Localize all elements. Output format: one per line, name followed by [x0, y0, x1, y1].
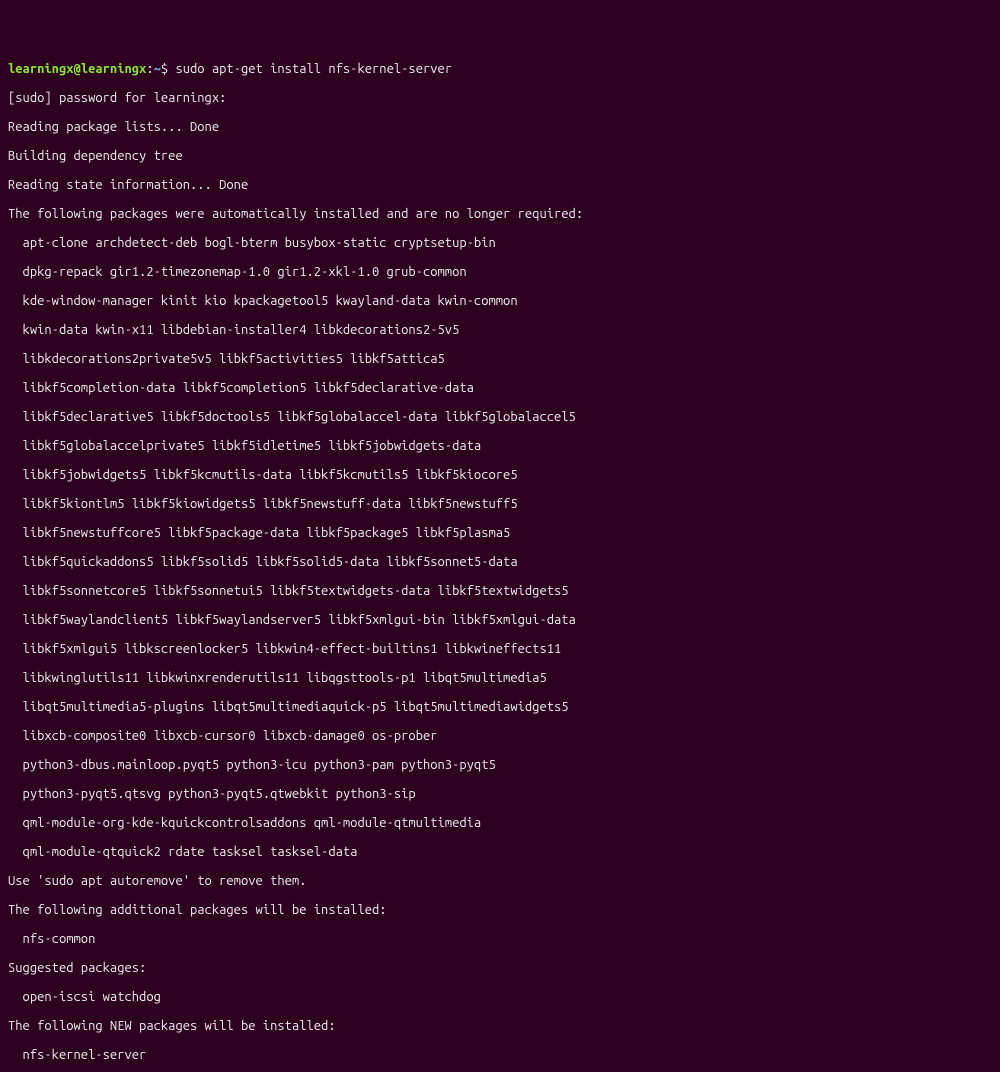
- output-line: apt-clone archdetect-deb bogl-bterm busy…: [8, 236, 992, 251]
- output-line: libkf5sonnetcore5 libkf5sonnetui5 libkf5…: [8, 584, 992, 599]
- output-line: libkf5completion-data libkf5completion5 …: [8, 381, 992, 396]
- output-line: Use 'sudo apt autoremove' to remove them…: [8, 874, 992, 889]
- output-line: libkf5quickaddons5 libkf5solid5 libkf5so…: [8, 555, 992, 570]
- output-line: The following packages were automaticall…: [8, 207, 992, 222]
- output-line: python3-pyqt5.qtsvg python3-pyqt5.qtwebk…: [8, 787, 992, 802]
- output-line: libkf5kiontlm5 libkf5kiowidgets5 libkf5n…: [8, 497, 992, 512]
- output-line: libkf5newstuffcore5 libkf5package-data l…: [8, 526, 992, 541]
- prompt-userhost: learningx@learningx: [8, 62, 146, 76]
- output-line: open-iscsi watchdog: [8, 990, 992, 1005]
- prompt-colon: :: [146, 62, 153, 76]
- output-line: qml-module-org-kde-kquickcontrolsaddons …: [8, 816, 992, 831]
- output-line: libqt5multimedia5-plugins libqt5multimed…: [8, 700, 992, 715]
- prompt-dollar: $: [161, 62, 176, 76]
- output-line: Reading state information... Done: [8, 178, 992, 193]
- output-line: libkf5globalaccelprivate5 libkf5idletime…: [8, 439, 992, 454]
- output-line: The following NEW packages will be insta…: [8, 1019, 992, 1034]
- output-line: libkf5jobwidgets5 libkf5kcmutils-data li…: [8, 468, 992, 483]
- output-line: libkf5xmlgui5 libkscreenlocker5 libkwin4…: [8, 642, 992, 657]
- output-line: dpkg-repack gir1.2-timezonemap-1.0 gir1.…: [8, 265, 992, 280]
- output-line: qml-module-qtquick2 rdate tasksel taskse…: [8, 845, 992, 860]
- output-line: Building dependency tree: [8, 149, 992, 164]
- terminal-prompt-line[interactable]: learningx@learningx:~$ sudo apt-get inst…: [8, 62, 992, 77]
- output-line: The following additional packages will b…: [8, 903, 992, 918]
- prompt-command: sudo apt-get install nfs-kernel-server: [175, 62, 452, 76]
- output-line: nfs-kernel-server: [8, 1048, 992, 1063]
- output-line: libxcb-composite0 libxcb-cursor0 libxcb-…: [8, 729, 992, 744]
- output-line: Suggested packages:: [8, 961, 992, 976]
- output-line: kde-window-manager kinit kio kpackagetoo…: [8, 294, 992, 309]
- output-line: nfs-common: [8, 932, 992, 947]
- output-line: python3-dbus.mainloop.pyqt5 python3-icu …: [8, 758, 992, 773]
- prompt-path: ~: [154, 62, 161, 76]
- output-line: Reading package lists... Done: [8, 120, 992, 135]
- output-line: [sudo] password for learningx:: [8, 91, 992, 106]
- output-line: libkf5declarative5 libkf5doctools5 libkf…: [8, 410, 992, 425]
- output-line: kwin-data kwin-x11 libdebian-installer4 …: [8, 323, 992, 338]
- output-line: libkdecorations2private5v5 libkf5activit…: [8, 352, 992, 367]
- output-line: libkwinglutils11 libkwinxrenderutils11 l…: [8, 671, 992, 686]
- output-line: libkf5waylandclient5 libkf5waylandserver…: [8, 613, 992, 628]
